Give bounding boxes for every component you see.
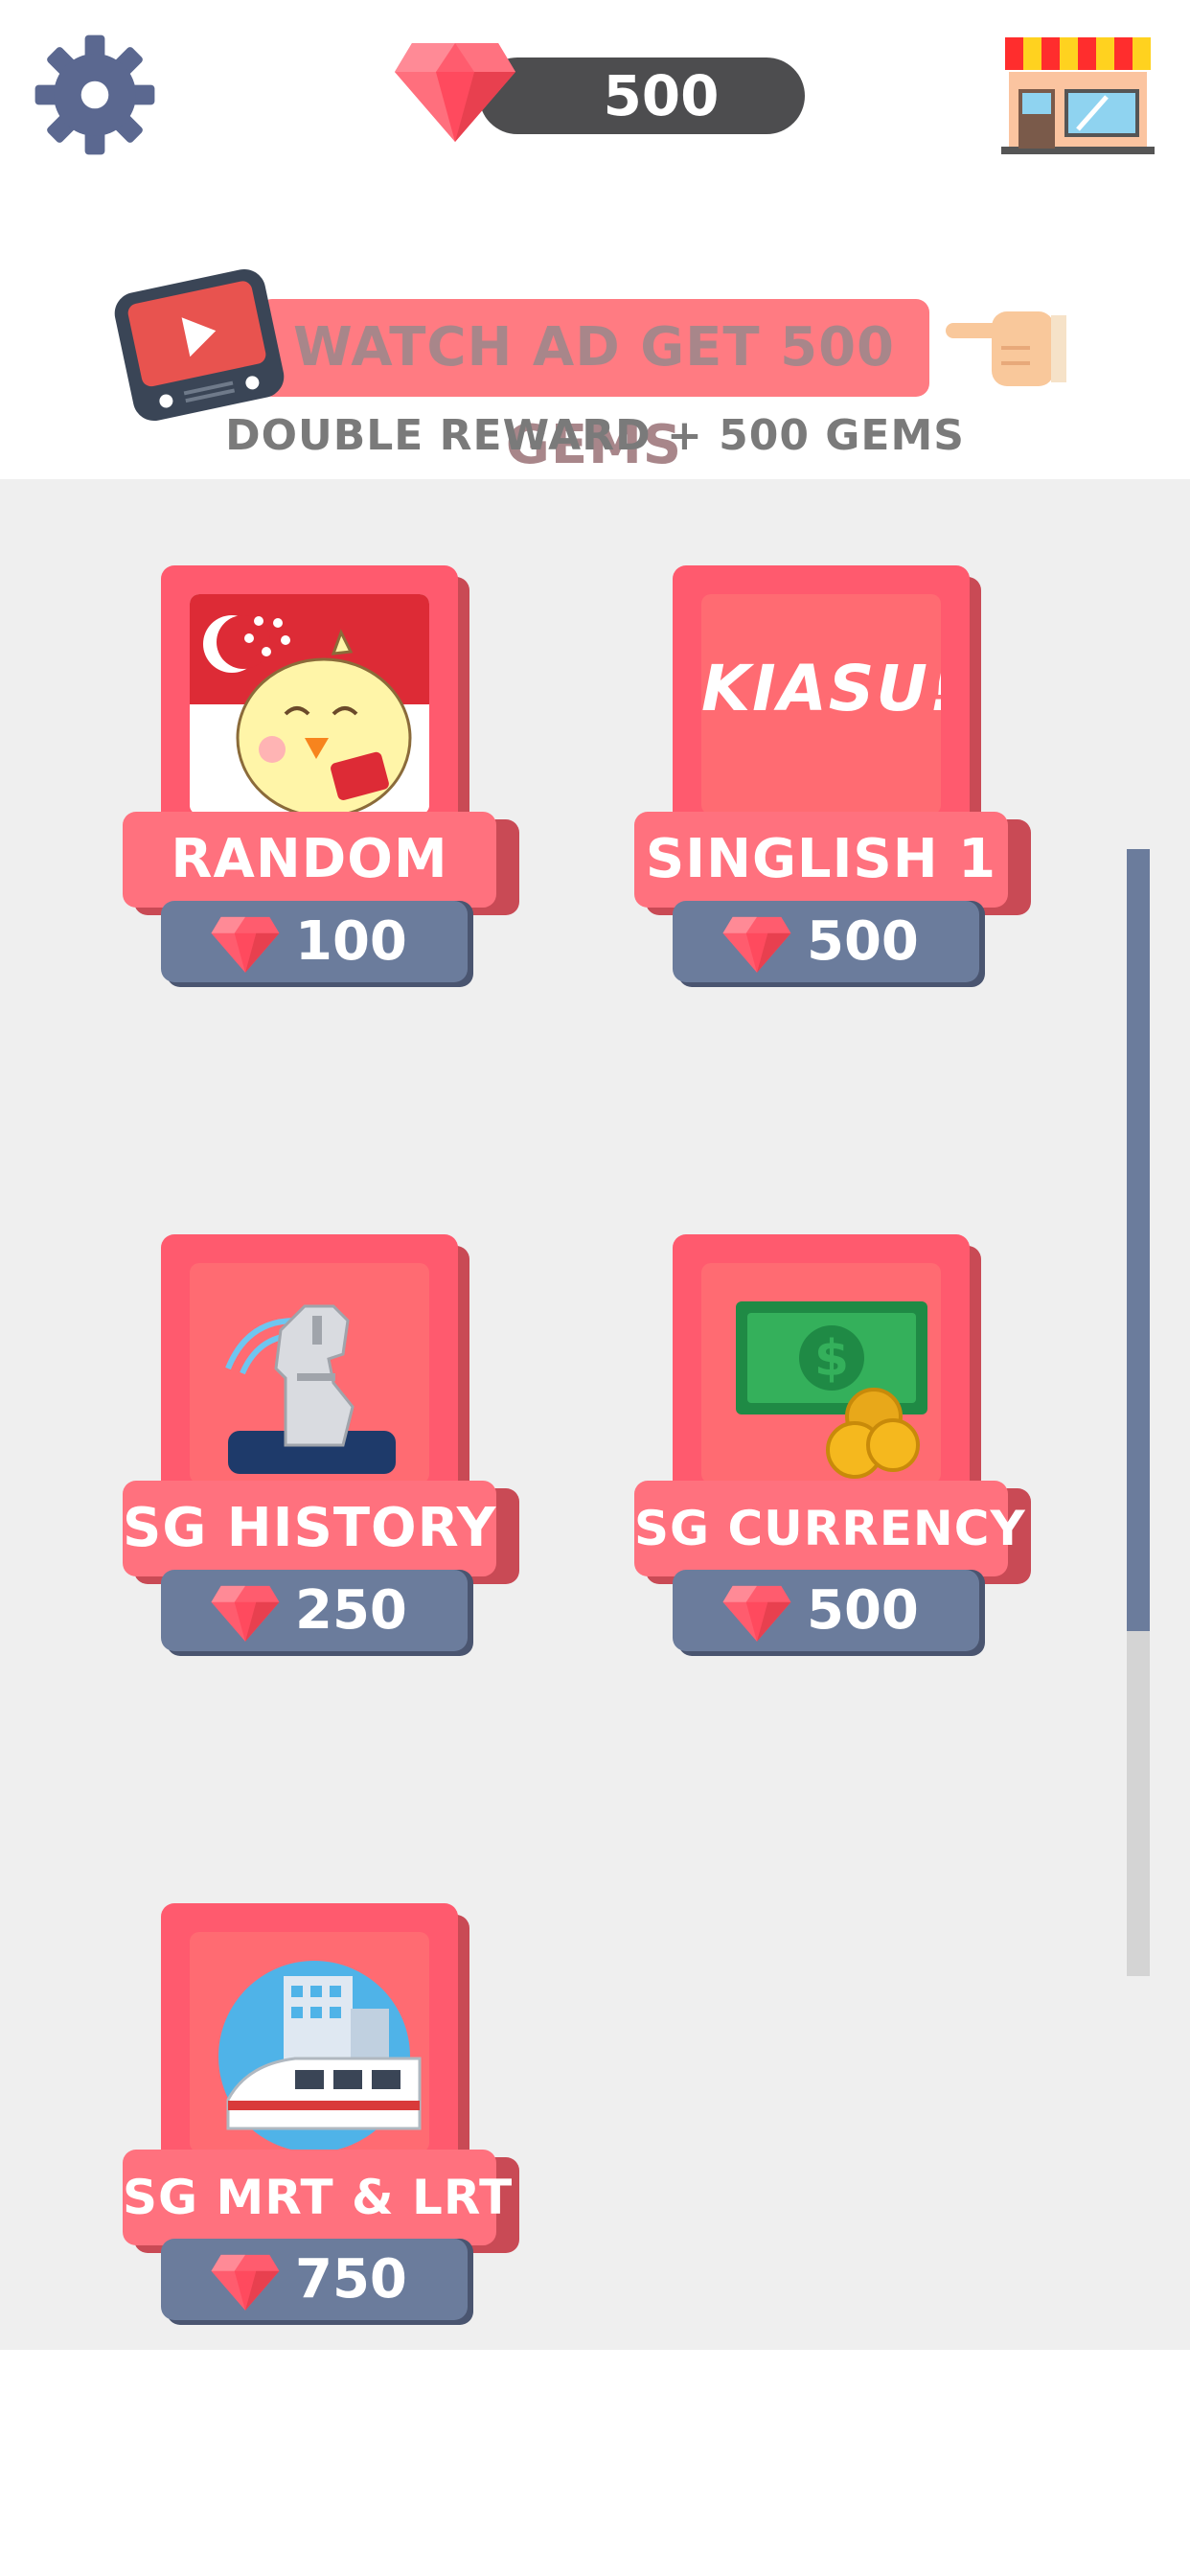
video-play-icon: [114, 268, 285, 422]
category-label: SG CURRENCY: [634, 1481, 1025, 1576]
shop-button[interactable]: [1001, 34, 1155, 158]
singapore-flag-chick-icon: [190, 594, 429, 815]
price-value: 500: [807, 910, 919, 973]
category-price: 100: [161, 901, 468, 982]
category-grid: RANDOM 100 KIASU! SINGLISH 1 500 SG HIST…: [0, 479, 1190, 2350]
category-card-sg-currency[interactable]: $ SG CURRENCY 500: [634, 1234, 1075, 1675]
category-card-singlish-1[interactable]: KIASU! SINGLISH 1 500: [634, 565, 1075, 1006]
category-label: SINGLISH 1: [634, 812, 1008, 908]
category-card-sg-mrt-lrt[interactable]: SG MRT & LRT 750: [123, 1903, 563, 2344]
price-value: 500: [807, 1579, 919, 1642]
ad-subtitle: DOUBLE REWARD + 500 GEMS: [225, 411, 965, 460]
money-coins-icon: $: [701, 1263, 941, 1484]
category-price: 750: [161, 2239, 468, 2320]
price-value: 750: [295, 2248, 407, 2311]
category-label: SG HISTORY: [123, 1481, 496, 1576]
category-price: 250: [161, 1570, 468, 1651]
category-card-sg-history[interactable]: SG HISTORY 250: [123, 1234, 563, 1675]
gear-icon: [34, 34, 155, 155]
pointing-hand-icon: [946, 311, 1066, 386]
category-card-random[interactable]: RANDOM 100: [123, 565, 563, 1006]
price-value: 250: [295, 1579, 407, 1642]
merlion-icon: [190, 1263, 429, 1484]
category-label: SG MRT & LRT: [123, 2150, 512, 2245]
category-label: RANDOM: [123, 812, 496, 908]
settings-button[interactable]: [33, 33, 157, 157]
gem-icon: [722, 916, 791, 973]
gem-counter: 500: [393, 38, 805, 153]
kiasu-text-icon: KIASU!: [701, 594, 941, 815]
category-price: 500: [673, 901, 979, 982]
gem-count: 500: [603, 63, 720, 128]
train-icon: [190, 1932, 429, 2152]
svg-text:$: $: [814, 1330, 849, 1388]
kiasu-text: KIASU!: [701, 652, 941, 725]
gem-icon: [211, 916, 280, 973]
gem-icon: [722, 1585, 791, 1642]
gem-icon: [211, 2254, 280, 2311]
shop-icon: [1001, 37, 1155, 154]
pointing-hand: [944, 302, 1068, 393]
price-value: 100: [295, 910, 407, 973]
gem-icon: [211, 1585, 280, 1642]
category-price: 500: [673, 1570, 979, 1651]
watch-ad-tv[interactable]: [113, 259, 286, 431]
watch-ad-button[interactable]: WATCH AD GET 500 GEMS: [259, 299, 929, 476]
scrollbar-thumb[interactable]: [1127, 849, 1150, 1631]
gem-icon: [395, 43, 515, 142]
